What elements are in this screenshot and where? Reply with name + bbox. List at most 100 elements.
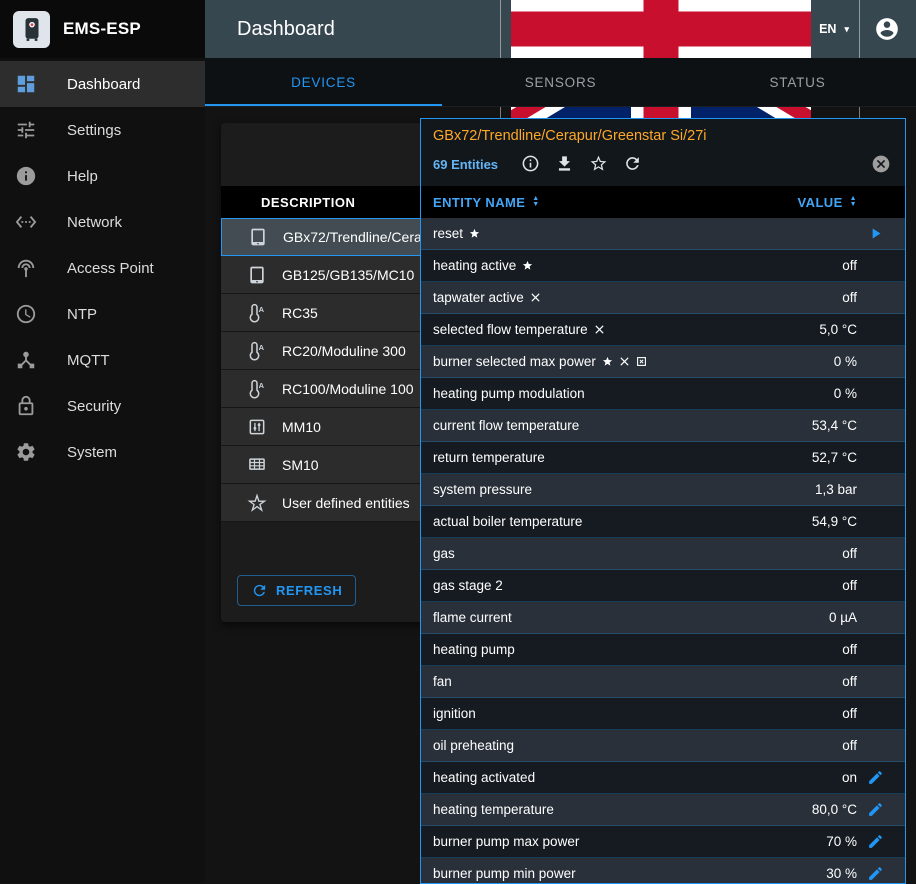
wifi-icon (15, 257, 37, 279)
device-title: GBx72/Trendline/Cerapur/Greenstar Si/27i (433, 128, 893, 144)
entity-name: heating activated (433, 770, 842, 785)
entity-row[interactable]: system pressure1,3 bar (421, 474, 905, 506)
sidebar-item-system[interactable]: System (0, 429, 205, 475)
entity-row[interactable]: current flow temperature53,4 °C (421, 410, 905, 442)
page-title: Dashboard (237, 18, 335, 41)
entity-row[interactable]: heating activeoff (421, 250, 905, 282)
entity-row[interactable]: oil preheatingoff (421, 730, 905, 762)
sidebar-item-network[interactable]: Network (0, 199, 205, 245)
entity-row[interactable]: gasoff (421, 538, 905, 570)
device-name: MM10 (282, 419, 321, 435)
refresh-button-label: REFRESH (276, 583, 342, 598)
edit-icon[interactable] (867, 865, 884, 882)
sort-entity-name-icon[interactable]: ▲▼ (532, 196, 539, 208)
dashboard-icon (15, 73, 37, 95)
entity-row[interactable]: heating pump modulation0 % (421, 378, 905, 410)
entity-name: burner pump max power (433, 834, 826, 849)
info-icon[interactable] (518, 151, 542, 175)
download-icon[interactable] (552, 151, 576, 175)
device-name: RC20/Moduline 300 (282, 343, 406, 359)
entity-row[interactable]: burner pump max power70 % (421, 826, 905, 858)
sidebar-item-label: MQTT (67, 352, 110, 369)
language-label: EN (819, 22, 836, 36)
hub-icon (15, 349, 37, 371)
sidebar-item-label: Dashboard (67, 76, 140, 93)
entity-value: 5,0 °C (819, 322, 857, 337)
entity-name: fan (433, 674, 842, 689)
entity-value: 54,9 °C (812, 514, 857, 529)
run-action-icon[interactable] (867, 225, 884, 242)
entity-row[interactable]: fanoff (421, 666, 905, 698)
entity-name: heating pump (433, 642, 842, 657)
entity-row[interactable]: heating temperature80,0 °C (421, 794, 905, 826)
entity-value: 1,3 bar (815, 482, 857, 497)
entity-row[interactable]: tapwater activeoff (421, 282, 905, 314)
app-logo: EMS-ESP (0, 0, 205, 58)
entity-action-cell (857, 225, 893, 242)
sidebar-item-settings[interactable]: Settings (0, 107, 205, 153)
sidebar-item-ntp[interactable]: NTP (0, 291, 205, 337)
header: Dashboard EN ▾ (205, 0, 916, 58)
entity-row[interactable]: actual boiler temperature54,9 °C (421, 506, 905, 538)
sidebar-item-help[interactable]: Help (0, 153, 205, 199)
sidebar-item-mqtt[interactable]: MQTT (0, 337, 205, 383)
entities-count: 69 Entities (433, 157, 498, 172)
entity-name: gas stage 2 (433, 578, 842, 593)
sidebar-nav: Dashboard SettingsHelpNetwork Access Point… (0, 58, 205, 475)
device-name: RC100/Moduline 100 (282, 381, 414, 397)
entity-value: 0 % (834, 386, 857, 401)
refresh-button[interactable]: REFRESH (237, 575, 356, 606)
entity-row[interactable]: heating pumpoff (421, 634, 905, 666)
entity-row[interactable]: reset (421, 218, 905, 250)
clock-icon (15, 303, 37, 325)
entity-value: 0 % (834, 354, 857, 369)
edit-icon[interactable] (867, 769, 884, 786)
sort-value-icon[interactable]: ▲▼ (850, 196, 857, 208)
tab-sensors[interactable]: SENSORS (442, 58, 679, 106)
entity-value: off (842, 258, 857, 273)
solar-device-icon (247, 455, 267, 475)
flag-fav-icon (522, 260, 533, 271)
star-icon[interactable] (586, 151, 610, 175)
entity-name: system pressure (433, 482, 815, 497)
entity-row[interactable]: burner pump min power30 % (421, 858, 905, 884)
entity-row[interactable]: flame current0 µA (421, 602, 905, 634)
tab-devices[interactable]: DEVICES (205, 58, 442, 106)
sidebar-item-security[interactable]: Security (0, 383, 205, 429)
entity-name: burner pump min power (433, 866, 826, 881)
entity-value: off (842, 578, 857, 593)
close-icon[interactable] (871, 153, 893, 175)
device-entities-panel: GBx72/Trendline/Cerapur/Greenstar Si/27i… (420, 118, 906, 884)
account-icon[interactable] (874, 16, 900, 42)
tune-icon (15, 119, 37, 141)
entity-action-cell (857, 865, 893, 882)
tab-status[interactable]: STATUS (679, 58, 916, 106)
entity-name: ignition (433, 706, 842, 721)
flag-noedit-icon (530, 292, 541, 303)
panel-tool-buttons (518, 151, 654, 178)
sidebar-item-access-point[interactable]: Access Point (0, 245, 205, 291)
entity-row[interactable]: burner selected max power0 % (421, 346, 905, 378)
sidebar-item-dashboard[interactable]: Dashboard (0, 61, 205, 107)
entity-row[interactable]: ignitionoff (421, 698, 905, 730)
sidebar: EMS-ESP Dashboard SettingsHelpNetwork Acce… (0, 0, 205, 883)
svg-text:A: A (259, 381, 265, 390)
entity-name: reset (433, 226, 857, 241)
entity-name: heating active (433, 258, 842, 273)
entity-row[interactable]: gas stage 2off (421, 570, 905, 602)
entity-row[interactable]: return temperature52,7 °C (421, 442, 905, 474)
entity-value: 70 % (826, 834, 857, 849)
entity-name: oil preheating (433, 738, 842, 753)
svg-text:A: A (259, 343, 265, 352)
sidebar-item-label: Access Point (67, 260, 154, 277)
lock-icon (15, 395, 37, 417)
edit-icon[interactable] (867, 833, 884, 850)
entity-action-cell (857, 769, 893, 786)
boiler-device-icon (247, 265, 267, 285)
entity-row[interactable]: heating activatedon (421, 762, 905, 794)
entity-row[interactable]: selected flow temperature5,0 °C (421, 314, 905, 346)
sidebar-item-label: Security (67, 398, 121, 415)
edit-icon[interactable] (867, 801, 884, 818)
entity-value: off (842, 290, 857, 305)
refresh-icon[interactable] (620, 151, 644, 175)
